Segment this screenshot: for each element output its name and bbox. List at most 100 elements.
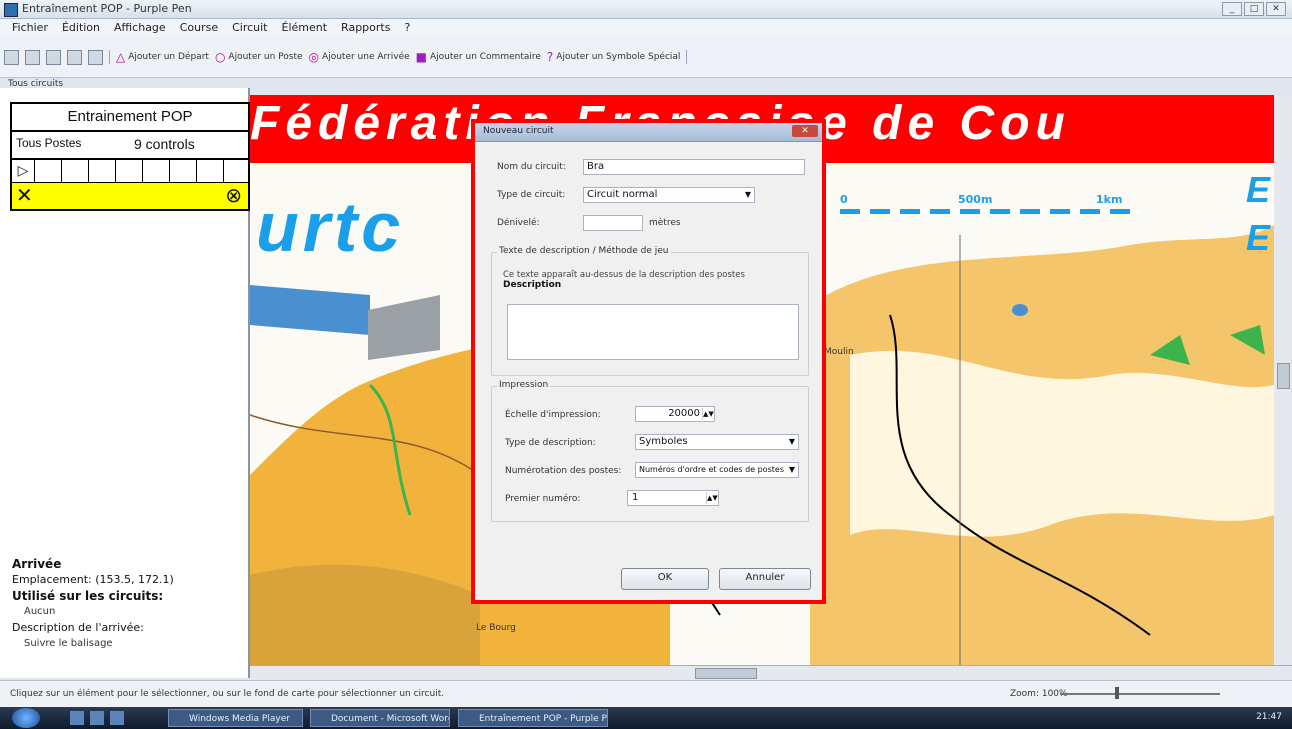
delete-icon[interactable]: [88, 49, 103, 65]
quick-launch: [70, 711, 124, 725]
add-control-button[interactable]: ○ Ajouter un Poste: [215, 51, 303, 63]
climb-label: Dénivelé:: [497, 218, 540, 228]
description-textarea[interactable]: [507, 304, 799, 360]
finish-left-icon: ✕: [16, 183, 33, 207]
start-triangle-icon: ▷: [12, 160, 35, 182]
chevron-down-icon: ▼: [788, 465, 795, 474]
menu-circuit[interactable]: Circuit: [232, 19, 267, 37]
info-coords: Emplacement: (153.5, 172.1): [12, 572, 242, 588]
undo-icon[interactable]: [46, 49, 61, 65]
course-type-value: Circuit normal: [587, 189, 658, 200]
start-row[interactable]: ▷: [10, 160, 250, 184]
new-course-dialog: Nouveau circuit ✕ Nom du circuit: Bra Ty…: [471, 119, 826, 604]
add-finish-button[interactable]: ◎ Ajouter une Arrivée: [309, 51, 410, 63]
numbering-label: Numérotation des postes:: [505, 466, 622, 476]
coords-value: (153.5, 172.1): [95, 573, 174, 586]
scale-label-500: 500m: [958, 193, 993, 206]
browser-icon[interactable]: [110, 711, 124, 725]
dialog-title: Nouveau circuit: [483, 126, 554, 136]
save-icon[interactable]: [25, 49, 40, 65]
used-value: Aucun: [24, 606, 56, 617]
grid-cell: [170, 160, 197, 182]
minimize-button[interactable]: _: [1222, 2, 1242, 16]
description-group-label: Texte de description / Méthode de jeu: [497, 246, 671, 256]
double-circle-icon: ◎: [308, 50, 320, 64]
show-desktop-icon[interactable]: [70, 711, 84, 725]
start-button[interactable]: [12, 708, 40, 728]
menu-course[interactable]: Course: [180, 19, 218, 37]
dialog-title-bar: Nouveau circuit ✕: [475, 123, 822, 142]
description-bold-label: Description: [503, 280, 562, 290]
description-help-text: Ce texte apparaît au-dessus de la descri…: [503, 270, 745, 280]
maximize-button[interactable]: □: [1244, 2, 1264, 16]
add-special-button[interactable]: ? Ajouter un Symbole Spécial: [547, 51, 681, 63]
map-edge-text-1: E: [1245, 169, 1270, 210]
add-comment-label: Ajouter un Commentaire: [430, 52, 541, 62]
description-kind-select[interactable]: Symboles ▼: [635, 434, 799, 450]
zoom-slider-knob[interactable]: [1115, 687, 1119, 699]
spinner-arrows-icon[interactable]: ▲▼: [702, 408, 714, 420]
print-scale-spinner[interactable]: 20000 ▲▼: [635, 406, 715, 422]
course-col-left: Tous Postes: [16, 136, 82, 150]
taskbar-item[interactable]: Windows Media Player: [168, 709, 303, 727]
menu-help[interactable]: ?: [404, 19, 410, 37]
map-edge-text-2: E: [1245, 217, 1270, 258]
finish-row[interactable]: ✕ ⊗: [10, 183, 250, 211]
course-type-label: Type de circuit:: [497, 190, 566, 200]
add-start-label: Ajouter un Départ: [128, 52, 209, 62]
info-heading: Arrivée: [12, 557, 62, 571]
print-group-label: Impression: [497, 380, 551, 390]
climb-input[interactable]: [583, 215, 643, 231]
vertical-scrollbar[interactable]: [1274, 95, 1292, 665]
status-message: Cliquez sur un élément pour le sélection…: [10, 689, 445, 699]
menu-view[interactable]: Affichage: [114, 19, 166, 37]
taskbar: Windows Media Player Document - Microsof…: [0, 707, 1292, 729]
course-type-select[interactable]: Circuit normal ▼: [583, 187, 755, 203]
scale-bar-graphic: [840, 209, 1140, 214]
zoom-slider-track[interactable]: [1060, 693, 1220, 695]
course-name-input[interactable]: Bra: [583, 159, 805, 175]
question-icon: ?: [546, 50, 554, 64]
dialog-body: Nom du circuit: Bra Type de circuit: Cir…: [475, 142, 822, 600]
vscroll-thumb[interactable]: [1277, 363, 1290, 389]
clock[interactable]: 21:47: [1256, 712, 1282, 722]
finish-right-icon: ⊗: [225, 183, 242, 207]
explorer-icon[interactable]: [90, 711, 104, 725]
course-name-label: Nom du circuit:: [497, 162, 566, 172]
first-number-spinner[interactable]: 1 ▲▼: [627, 490, 719, 506]
add-comment-button[interactable]: ■ Ajouter un Commentaire: [416, 51, 541, 63]
menu-edit[interactable]: Édition: [62, 19, 100, 37]
taskbar-item[interactable]: Entraînement POP - Purple Pen: [458, 709, 608, 727]
dialog-close-button[interactable]: ✕: [792, 125, 818, 137]
close-window-button[interactable]: ✕: [1266, 2, 1286, 16]
coords-label: Emplacement:: [12, 573, 92, 586]
app-icon: [4, 3, 18, 17]
menu-reports[interactable]: Rapports: [341, 19, 390, 37]
menu-file[interactable]: Fichier: [12, 19, 48, 37]
desc-value: Suivre le balisage: [24, 638, 113, 649]
hscroll-thumb[interactable]: [695, 668, 757, 679]
course-header: Tous Postes 9 controls: [10, 130, 250, 160]
status-bar: Cliquez sur un élément pour le sélection…: [0, 680, 1292, 707]
horizontal-scrollbar[interactable]: [250, 665, 1292, 680]
map-big-text: urtc: [256, 188, 405, 266]
climb-unit: mètres: [649, 218, 681, 228]
add-special-label: Ajouter un Symbole Spécial: [556, 52, 681, 62]
taskbar-item[interactable]: Document - Microsoft Word: [310, 709, 450, 727]
grid-cell: [35, 160, 62, 182]
new-file-icon[interactable]: [4, 49, 19, 65]
ok-button[interactable]: OK: [621, 568, 709, 590]
cancel-button[interactable]: Annuler: [719, 568, 811, 590]
print-scale-label: Échelle d'impression:: [505, 410, 601, 420]
grid-cell: [143, 160, 170, 182]
add-start-button[interactable]: △ Ajouter un Départ: [116, 51, 209, 63]
numbering-select[interactable]: Numéros d'ordre et codes de postes ▼: [635, 462, 799, 478]
spinner-arrows-icon[interactable]: ▲▼: [706, 492, 718, 504]
numbering-value: Numéros d'ordre et codes de postes: [639, 465, 784, 474]
grid-cell: [89, 160, 116, 182]
triangle-icon: △: [116, 50, 126, 64]
menu-element[interactable]: Élément: [282, 19, 328, 37]
used-label: Utilisé sur les circuits:: [12, 589, 164, 603]
redo-icon[interactable]: [67, 49, 82, 65]
add-control-label: Ajouter un Poste: [228, 52, 303, 62]
